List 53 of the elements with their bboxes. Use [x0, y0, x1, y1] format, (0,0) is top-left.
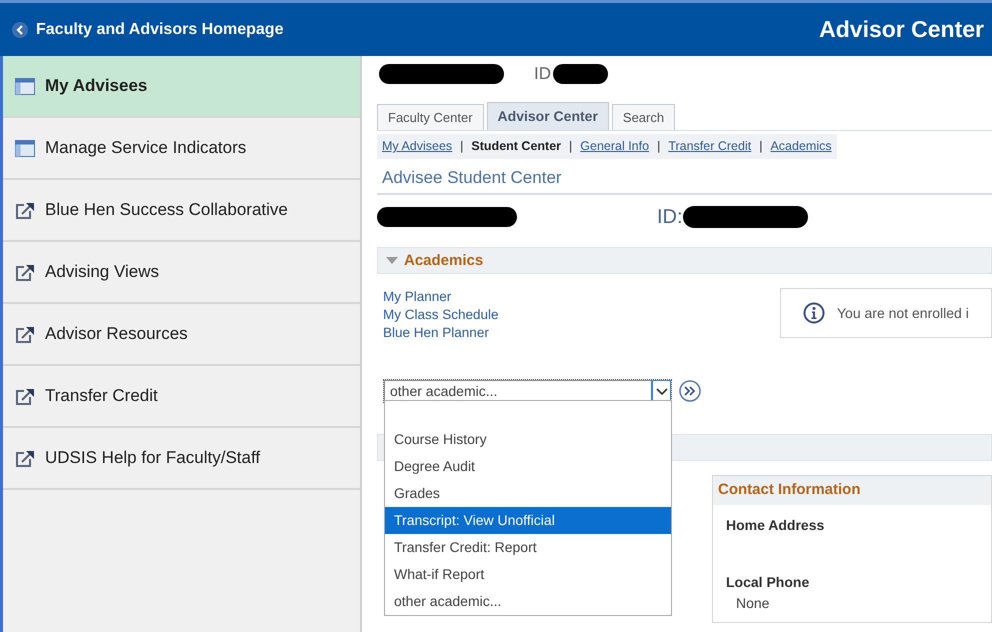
- dropdown-option[interactable]: Grades: [385, 480, 671, 508]
- sidebar-item[interactable]: Transfer Credit: [3, 366, 360, 428]
- academics-link[interactable]: Blue Hen Planner: [383, 324, 499, 342]
- back-icon: [12, 22, 28, 38]
- sidebar-item[interactable]: Advisor Resources: [3, 304, 360, 366]
- field-label: Local Phone: [725, 572, 810, 592]
- external-link-icon: [15, 326, 35, 342]
- back-link[interactable]: Faculty and Advisors Homepage: [0, 18, 284, 42]
- dropdown-option[interactable]: other academic...: [385, 588, 671, 616]
- external-link-icon: [15, 388, 35, 404]
- external-link-icon: [15, 264, 35, 280]
- select-field[interactable]: other academic...: [384, 380, 671, 402]
- external-link-icon: [15, 202, 35, 218]
- field-value: None: [735, 594, 770, 613]
- external-link-icon: [15, 450, 35, 466]
- subnav-link[interactable]: My Advisees: [382, 137, 452, 156]
- page-header-title: Advisor Center: [819, 15, 985, 44]
- id-label: ID:: [657, 205, 683, 230]
- caret-icon: [656, 388, 668, 395]
- subnav-link[interactable]: Student Center: [471, 137, 562, 156]
- tab[interactable]: Advisor Center: [486, 102, 609, 130]
- window-icon: [15, 140, 35, 156]
- dropdown-option[interactable]: Course History: [385, 426, 671, 454]
- academics-link[interactable]: My Class Schedule: [383, 306, 499, 324]
- tab[interactable]: Faculty Center: [377, 104, 484, 130]
- panel-title: Contact Information: [713, 476, 991, 505]
- tab[interactable]: Search: [612, 104, 676, 130]
- dropdown-option[interactable]: What-if Report: [385, 561, 671, 588]
- separator: |: [569, 138, 572, 155]
- dropdown-option[interactable]: Transfer Credit: Report: [385, 534, 671, 562]
- field-label: Home Address: [725, 516, 826, 535]
- subnav-link[interactable]: General Info: [580, 137, 650, 156]
- info-icon: [803, 302, 825, 324]
- subnav-link[interactable]: Academics: [770, 137, 832, 156]
- sidebar-item[interactable]: Blue Hen Success Collaborative: [3, 180, 360, 242]
- notice-text: You are not enrolled i: [837, 304, 969, 323]
- window-icon: [15, 78, 35, 94]
- id-label: ID: [534, 63, 551, 86]
- subnav-link[interactable]: Transfer Credit: [668, 137, 752, 156]
- separator: |: [657, 138, 660, 155]
- sidebar-item[interactable]: UDSIS Help for Faculty/Staff: [3, 428, 360, 490]
- separator: |: [759, 138, 762, 155]
- go-button[interactable]: [679, 380, 701, 402]
- sidebar-item[interactable]: My Advisees: [3, 56, 360, 118]
- sidebar-item[interactable]: Advising Views: [3, 242, 360, 304]
- sidebar-item[interactable]: Manage Service Indicators: [3, 118, 360, 180]
- separator: |: [460, 138, 464, 155]
- section-header[interactable]: Academics: [377, 247, 992, 274]
- dropdown-option[interactable]: Degree Audit: [385, 453, 671, 480]
- academics-link[interactable]: My Planner: [383, 288, 499, 306]
- page-title: Advisee Student Center: [377, 158, 992, 196]
- dropdown-option[interactable]: Transcript: View Unofficial: [385, 507, 671, 534]
- redaction-mark: [553, 64, 608, 84]
